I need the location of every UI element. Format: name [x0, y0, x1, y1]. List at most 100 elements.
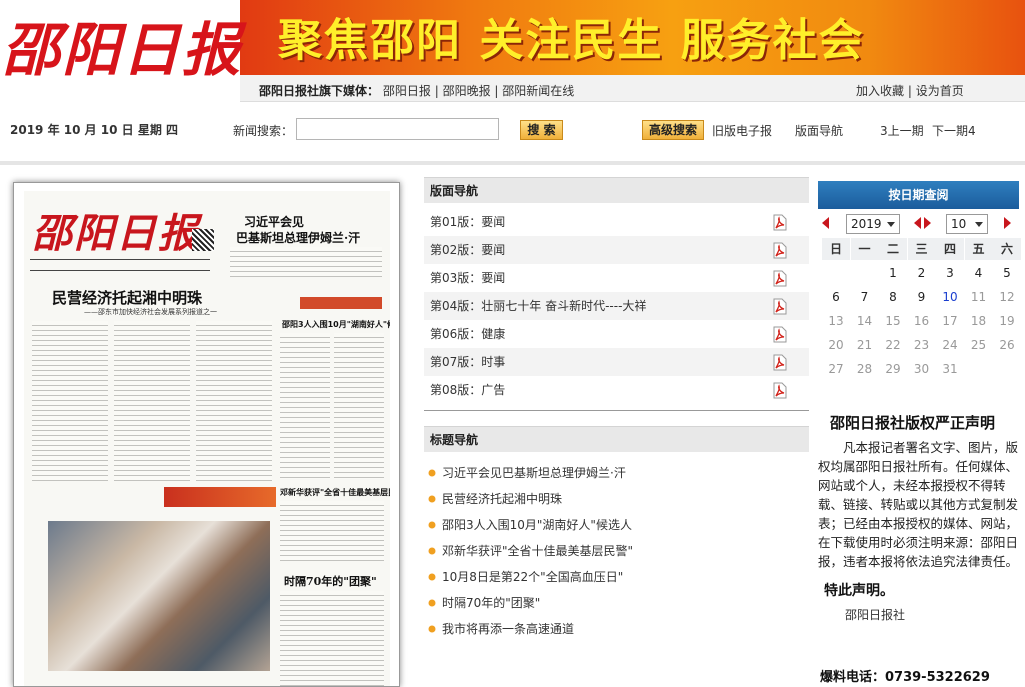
paper-photo	[48, 521, 270, 671]
prev-year-icon[interactable]	[822, 217, 829, 229]
calendar-day[interactable]: 9	[908, 286, 936, 308]
title-nav-item[interactable]: 10月8日是第22个"全国高血压日"	[428, 568, 623, 588]
page-nav-label[interactable]: 第08版：广告	[430, 383, 505, 397]
section-divider	[424, 410, 809, 411]
calendar-day: 11	[970, 290, 987, 304]
page-nav-item[interactable]: 第04版：壮丽七十年 奋斗新时代----大祥	[424, 292, 809, 320]
paper-red-banner	[164, 487, 276, 507]
paper-text-block	[196, 321, 272, 481]
prev-issue-link[interactable]: 3上一期	[880, 122, 924, 139]
pdf-icon[interactable]	[771, 354, 788, 371]
calendar-day[interactable]: 7	[851, 286, 879, 308]
title-nav-item[interactable]: 邓新华获评"全省十佳最美基层民警"	[428, 542, 633, 562]
page-nav-item[interactable]: 第02版：要闻	[424, 236, 809, 264]
page-nav-label[interactable]: 第02版：要闻	[430, 243, 505, 257]
page-nav-item[interactable]: 第06版：健康	[424, 320, 809, 348]
toolbar: 2019 年 10 月 10 日 星期 四 新闻搜索： 搜 索 高级搜索 旧版电…	[0, 103, 1025, 165]
add-favorite-link[interactable]: 加入收藏	[856, 84, 904, 98]
paper-text-block	[334, 333, 384, 479]
next-issue-link[interactable]: 下一期4	[932, 122, 976, 139]
set-homepage-link[interactable]: 设为首页	[916, 84, 964, 98]
layout-nav-link[interactable]: 版面导航	[795, 122, 843, 139]
calendar-day: 21	[856, 338, 873, 352]
pdf-icon[interactable]	[771, 382, 788, 399]
bullet-icon	[428, 547, 436, 555]
paper-main-headline[interactable]: 民营经济托起湘中明珠	[52, 287, 202, 308]
bullet-icon	[428, 469, 436, 477]
title-nav-item[interactable]: 邵阳3人入围10月"湖南好人"候选人	[428, 516, 632, 536]
calendar-day: 24	[942, 338, 958, 352]
page-nav-label[interactable]: 第07版：时事	[430, 355, 505, 369]
site-logo[interactable]: 邵阳日报	[0, 0, 240, 102]
page-nav-item[interactable]: 第07版：时事	[424, 348, 809, 376]
page-nav-item[interactable]: 第08版：广告	[424, 376, 809, 404]
title-nav-link[interactable]: 民营经济托起湘中明珠	[442, 492, 562, 506]
title-nav-item[interactable]: 习近平会见巴基斯坦总理伊姆兰·汗	[428, 464, 626, 484]
paper-text-block	[280, 333, 330, 479]
pdf-icon[interactable]	[771, 242, 788, 259]
paper-headline-top-2[interactable]: 巴基斯坦总理伊姆兰·汗	[236, 229, 360, 246]
calendar-weekday: 一	[850, 238, 879, 260]
title-nav-link[interactable]: 邓新华获评"全省十佳最美基层民警"	[442, 544, 633, 558]
qr-code-icon	[192, 229, 214, 251]
calendar-day: 14	[856, 314, 873, 328]
calendar-weekday: 四	[936, 238, 964, 260]
paper-box-headline-2[interactable]: 邓新华获评"全省十佳最美基层民警"	[280, 487, 390, 498]
calendar-day[interactable]: 6	[822, 286, 850, 308]
year-select[interactable]: 2019	[846, 214, 900, 234]
page-nav-label[interactable]: 第04版：壮丽七十年 奋斗新时代----大祥	[430, 299, 646, 313]
calendar-day[interactable]: 4	[965, 262, 993, 284]
media-link-news-online[interactable]: 邵阳新闻在线	[502, 84, 574, 98]
calendar-day: 25	[970, 338, 987, 352]
page-nav-item[interactable]: 第03版：要闻	[424, 264, 809, 292]
page-nav-label[interactable]: 第06版：健康	[430, 327, 505, 341]
title-nav-item[interactable]: 我市将再添一条高速通道	[428, 620, 574, 640]
month-select[interactable]: 10	[946, 214, 988, 234]
calendar-day[interactable]: 2	[908, 262, 936, 284]
paper-box-headline[interactable]: 邵阳3人入围10月"湖南好人"候选人	[282, 319, 390, 330]
calendar-day[interactable]: 5	[993, 262, 1021, 284]
title-nav-link[interactable]: 10月8日是第22个"全国高血压日"	[442, 570, 623, 584]
logo-text: 邵阳日报	[2, 16, 243, 84]
next-month-icon[interactable]	[1004, 217, 1011, 229]
paper-headline-top-1[interactable]: 习近平会见	[244, 213, 304, 230]
calendar-day[interactable]: 10	[936, 286, 964, 308]
chevron-down-icon	[887, 222, 895, 227]
pdf-icon[interactable]	[771, 270, 788, 287]
advanced-search-button[interactable]: 高级搜索	[642, 120, 704, 140]
search-button[interactable]: 搜 索	[520, 120, 563, 140]
calendar-day[interactable]: 8	[879, 286, 907, 308]
prev-month-icon[interactable]	[914, 217, 921, 229]
paper-story-headline[interactable]: 时隔70年的"团聚"	[284, 573, 377, 589]
page-nav-item[interactable]: 第01版：要闻	[424, 208, 809, 236]
calendar-day[interactable]: 3	[936, 262, 964, 284]
pdf-icon[interactable]	[771, 214, 788, 231]
paper-main-subheadline: ——邵东市加快经济社会发展系列报道之一	[84, 308, 217, 316]
pdf-icon[interactable]	[771, 298, 788, 315]
media-link-shaoyang-evening[interactable]: 邵阳晚报	[443, 84, 491, 98]
page-preview[interactable]: 邵阳日报 习近平会见 巴基斯坦总理伊姆兰·汗 民营经济托起湘中明珠 ——邵东市加…	[13, 182, 400, 687]
calendar-day: 22	[885, 338, 901, 352]
old-edition-link[interactable]: 旧版电子报	[712, 122, 772, 139]
next-year-icon[interactable]	[924, 217, 931, 229]
page-nav-label[interactable]: 第01版：要闻	[430, 215, 505, 229]
title-nav-link[interactable]: 习近平会见巴基斯坦总理伊姆兰·汗	[442, 466, 626, 480]
title-nav-heading: 标题导航	[424, 426, 809, 452]
issue-date: 2019 年 10 月 10 日 星期 四	[10, 123, 179, 137]
title-nav-link[interactable]: 邵阳3人入围10月"湖南好人"候选人	[442, 518, 632, 532]
pdf-icon[interactable]	[771, 326, 788, 343]
search-label: 新闻搜索：	[233, 124, 294, 138]
media-link-shaoyang-daily[interactable]: 邵阳日报	[383, 84, 431, 98]
paper-text-block	[114, 321, 190, 481]
page-nav-label[interactable]: 第03版：要闻	[430, 271, 505, 285]
paper-text-block	[280, 501, 384, 561]
title-nav-item[interactable]: 时隔70年的"团聚"	[428, 594, 540, 614]
title-nav-link[interactable]: 时隔70年的"团聚"	[442, 596, 540, 610]
media-links: 邵阳日报社旗下媒体： 邵阳日报 | 邵阳晚报 | 邵阳新闻在线	[259, 82, 574, 99]
newspaper-page-image[interactable]: 邵阳日报 习近平会见 巴基斯坦总理伊姆兰·汗 民营经济托起湘中明珠 ——邵东市加…	[24, 191, 390, 686]
search-input[interactable]	[296, 118, 499, 140]
title-nav-link[interactable]: 我市将再添一条高速通道	[442, 622, 574, 636]
calendar-weekday: 日	[822, 238, 850, 260]
title-nav-item[interactable]: 民营经济托起湘中明珠	[428, 490, 562, 510]
calendar-day[interactable]: 1	[879, 262, 907, 284]
